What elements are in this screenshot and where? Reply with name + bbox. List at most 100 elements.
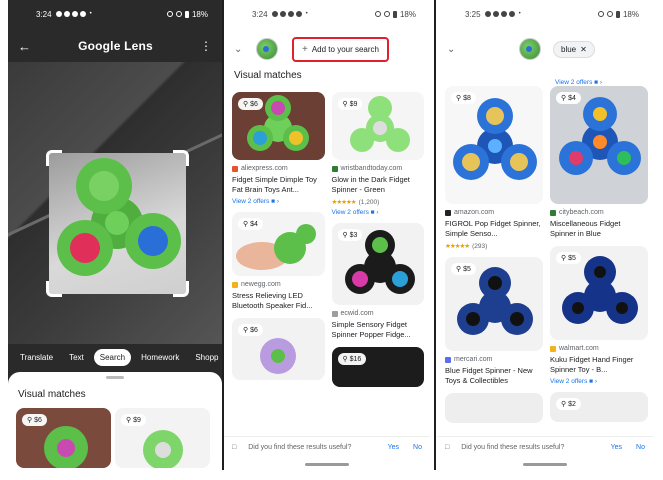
battery-icon xyxy=(184,10,189,18)
product-title: Blue Fidget Spinner - New Toys & Collect… xyxy=(445,366,533,385)
price-badge: ⚲ $2 xyxy=(556,398,581,410)
refined-results-screen: 3:25 • 18% ⌄ blue ✕ View 2 offers ■ › ⚲ $… xyxy=(437,0,653,470)
notification-icons xyxy=(271,11,302,17)
battery-icon xyxy=(392,10,397,18)
product-image: ⚲ $5 xyxy=(550,246,648,340)
battery-icon xyxy=(615,10,620,18)
source-site: mercari.com xyxy=(445,356,543,363)
crop-selection[interactable] xyxy=(46,150,189,297)
battery-level: 18% xyxy=(399,9,416,19)
result-card[interactable]: ⚲ $4 newegg.com Stress Relieving LED Blue… xyxy=(232,212,325,311)
tab-text[interactable]: Text xyxy=(63,349,90,366)
status-bar: 3:24 • 18% xyxy=(36,9,208,19)
product-image: ⚲ $3 xyxy=(331,223,424,305)
result-card[interactable] xyxy=(445,393,543,423)
result-card[interactable]: ⚲ $16 xyxy=(331,347,424,387)
status-time: 3:24 xyxy=(36,9,52,19)
add-to-search-button[interactable]: + Add to your search xyxy=(292,36,389,62)
location-icon xyxy=(374,11,381,17)
feedback-icon: □ xyxy=(232,444,237,451)
visual-matches-heading: Visual matches xyxy=(234,70,302,81)
product-image: ⚲ $5 xyxy=(445,257,543,351)
notification-icons xyxy=(55,11,86,17)
result-thumbnail[interactable]: ⚲ $6 xyxy=(16,408,111,468)
back-arrow-icon[interactable]: ← xyxy=(18,39,31,54)
view-offers-link[interactable]: View 2 offers ■ › xyxy=(332,209,425,216)
feedback-question: Did you find these results useful? xyxy=(248,444,352,451)
chevron-down-icon[interactable]: ⌄ xyxy=(447,44,461,55)
product-image: ⚲ $9 xyxy=(331,92,424,160)
product-image: ⚲ $4 xyxy=(232,212,325,276)
tab-shopping[interactable]: Shopp xyxy=(189,349,222,366)
feedback-yes-button[interactable]: Yes xyxy=(611,444,622,451)
product-image xyxy=(445,393,543,423)
crop-handle-top-right[interactable] xyxy=(173,150,189,166)
price-badge: ⚲ $4 xyxy=(556,92,581,104)
price-badge: ⚲ $6 xyxy=(22,414,47,426)
result-card[interactable]: ⚲ $5 walmart.com Kuku Fidget Hand Finger … xyxy=(550,246,648,385)
view-offers-link[interactable]: View 2 offers ■ › xyxy=(550,378,648,385)
search-bar: ⌄ + Add to your search xyxy=(224,34,430,64)
results-sheet[interactable]: Visual matches ⚲ $6 ⚲ $9 xyxy=(8,372,222,470)
price-badge: ⚲ $5 xyxy=(556,252,581,264)
more-options-icon[interactable]: ⋮ xyxy=(200,39,212,53)
view-offers-link[interactable]: View 2 offers ■ › xyxy=(555,79,602,86)
product-title: Glow in the Dark Fidget Spinner - Green xyxy=(331,175,410,194)
feedback-yes-button[interactable]: Yes xyxy=(388,444,399,451)
result-card[interactable]: ⚲ $8 amazon.com FIGROL Pop Fidget Spinner… xyxy=(445,86,543,250)
price-badge: ⚲ $8 xyxy=(451,92,476,104)
result-card[interactable]: ⚲ $6 aliexpress.com Fidget Simple Dimple … xyxy=(232,92,325,205)
price-badge: ⚲ $3 xyxy=(337,229,363,241)
source-site: wristbandtoday.com xyxy=(331,165,425,172)
result-card[interactable]: ⚲ $4 citybeach.com Miscellaneous Fidget S… xyxy=(550,86,648,239)
status-time: 3:25 xyxy=(465,9,481,19)
crop-handle-bottom-left[interactable] xyxy=(46,281,62,297)
home-indicator[interactable] xyxy=(523,463,567,466)
result-card[interactable]: ⚲ $9 wristbandtoday.com Glow in the Dark … xyxy=(331,92,425,216)
location-icon xyxy=(597,11,604,17)
search-text-chip[interactable]: blue ✕ xyxy=(553,40,595,58)
source-site: citybeach.com xyxy=(550,209,648,216)
rating: ★★★★★ (293) xyxy=(445,242,488,251)
crop-handle-top-left[interactable] xyxy=(46,150,62,166)
lens-mode-tabs: Translate Text Search Homework Shopp xyxy=(14,349,222,366)
product-image: ⚲ $6 xyxy=(232,92,325,160)
sheet-drag-handle[interactable] xyxy=(106,376,124,379)
status-bar: 3:25 • 18% xyxy=(465,9,639,19)
wifi-icon xyxy=(175,11,182,17)
product-image: ⚲ $16 xyxy=(331,347,424,387)
source-site: newegg.com xyxy=(232,281,325,288)
battery-level: 18% xyxy=(191,9,208,19)
feedback-no-button[interactable]: No xyxy=(636,444,645,451)
plus-icon: + xyxy=(302,43,308,55)
price-badge: ⚲ $9 xyxy=(337,98,363,110)
wifi-icon xyxy=(606,11,613,17)
lens-header: ← Google Lens ⋮ xyxy=(8,34,222,58)
price-badge: ⚲ $5 xyxy=(451,263,476,275)
crop-handle-bottom-right[interactable] xyxy=(173,281,189,297)
search-bar: ⌄ blue ✕ xyxy=(437,34,653,64)
chevron-down-icon[interactable]: ⌄ xyxy=(234,44,248,55)
source-site: aliexpress.com xyxy=(232,165,325,172)
query-image-thumbnail[interactable] xyxy=(256,38,278,60)
result-card[interactable]: ⚲ $5 mercari.com Blue Fidget Spinner - Ne… xyxy=(445,257,543,386)
visual-matches-heading: Visual matches xyxy=(18,389,86,400)
query-image-thumbnail[interactable] xyxy=(519,38,541,60)
tab-translate[interactable]: Translate xyxy=(14,349,59,366)
green-fidget-spinner-image xyxy=(57,158,181,276)
result-card[interactable]: ⚲ $2 xyxy=(550,392,648,422)
feedback-icon: □ xyxy=(445,444,450,451)
tab-homework[interactable]: Homework xyxy=(135,349,185,366)
result-thumbnail[interactable]: ⚲ $9 xyxy=(115,408,210,468)
home-indicator[interactable] xyxy=(305,463,349,466)
feedback-bar: □ Did you find these results useful? Yes… xyxy=(224,436,430,458)
close-icon[interactable]: ✕ xyxy=(580,45,587,54)
tab-search[interactable]: Search xyxy=(93,349,132,366)
view-offers-link[interactable]: View 2 offers ■ › xyxy=(232,198,325,205)
result-card[interactable]: ⚲ $3 ecwid.com Simple Sensory Fidget Spin… xyxy=(331,223,424,340)
notification-icons xyxy=(484,11,515,17)
product-image: ⚲ $2 xyxy=(550,392,648,422)
result-card[interactable]: ⚲ $6 xyxy=(232,318,325,380)
source-site: amazon.com xyxy=(445,209,543,216)
feedback-no-button[interactable]: No xyxy=(413,444,422,451)
